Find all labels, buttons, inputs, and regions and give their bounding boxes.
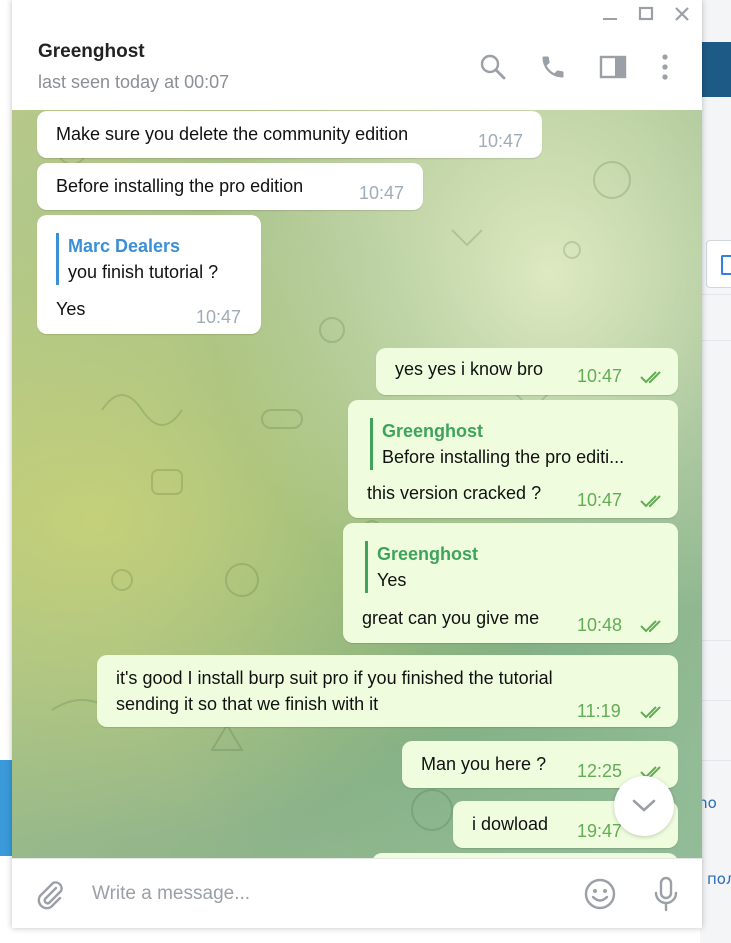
double-check-icon <box>640 495 661 508</box>
message-time: 12:25 <box>577 761 623 781</box>
background-divider <box>700 640 731 641</box>
message-text: this version cracked ? <box>367 483 542 503</box>
background-divider <box>700 760 731 761</box>
message-text: Before installing the pro edition <box>56 176 304 196</box>
message-text: Man you here ? <box>421 754 547 774</box>
background-text: пол <box>707 870 731 888</box>
background-left-strip <box>0 760 12 856</box>
double-check-icon <box>640 706 661 719</box>
reply-text: you finish tutorial ? <box>68 262 219 282</box>
microphone-icon[interactable] <box>648 874 684 914</box>
title-bar <box>12 0 702 28</box>
close-icon[interactable] <box>670 2 694 26</box>
reply-author: Marc Dealers <box>68 236 181 256</box>
incoming-message[interactable]: Marc Dealers you finish tutorial ? Yes 1… <box>37 215 261 334</box>
message-input[interactable] <box>90 873 574 915</box>
background-text: n (ho <box>700 794 717 812</box>
message-time: 11:19 <box>577 701 621 721</box>
chevron-down-icon <box>632 799 656 812</box>
chat-window: Greenghost last seen today at 00:07 Make… <box>12 0 702 928</box>
message-text: sending it so that we finish with it <box>116 694 379 714</box>
reply-quote[interactable]: Marc Dealers you finish tutorial ? <box>56 233 218 285</box>
maximize-icon[interactable] <box>634 2 658 26</box>
paperclip-icon[interactable] <box>32 877 68 913</box>
reply-quote[interactable]: Greenghost Before installing the pro edi… <box>370 418 624 470</box>
outgoing-message[interactable]: it's good I install burp suit pro if you… <box>97 655 678 727</box>
message-text: i dowload <box>472 814 549 834</box>
peer-name[interactable]: Greenghost <box>38 41 145 63</box>
background-divider <box>700 340 731 341</box>
message-time: 10:48 <box>577 615 623 635</box>
more-vertical-icon[interactable] <box>648 50 682 84</box>
message-text: Yes <box>56 299 86 319</box>
scroll-to-bottom-button[interactable] <box>614 776 674 836</box>
message-list[interactable]: Make sure you delete the community editi… <box>12 110 702 858</box>
chat-header: Greenghost last seen today at 00:07 <box>12 28 702 111</box>
outgoing-message[interactable]: Greenghost Before installing the pro edi… <box>348 400 678 518</box>
reply-author: Greenghost <box>382 421 484 441</box>
message-text: great can you give me <box>362 608 540 628</box>
double-check-icon <box>640 620 661 633</box>
phone-icon[interactable] <box>536 50 570 84</box>
background-app: n (ho пол <box>700 0 731 943</box>
message-time: 10:47 <box>478 131 524 151</box>
peer-last-seen: last seen today at 00:07 <box>38 72 230 92</box>
message-text: Make sure you delete the community editi… <box>56 124 409 144</box>
reply-author: Greenghost <box>377 544 479 564</box>
incoming-message[interactable]: Before installing the pro edition 10:47 <box>37 163 423 210</box>
background-app-header-bar <box>700 42 731 97</box>
background-edit-icon <box>706 240 731 288</box>
search-icon[interactable] <box>476 50 510 84</box>
side-panel-icon[interactable] <box>596 50 630 84</box>
message-text: it's good I install burp suit pro if you… <box>116 668 553 688</box>
message-time: 10:47 <box>577 490 623 510</box>
reply-quote[interactable]: Greenghost Yes <box>365 541 478 593</box>
double-check-icon <box>640 371 661 384</box>
message-composer <box>12 858 702 928</box>
emoji-icon[interactable] <box>582 876 618 912</box>
outgoing-message[interactable]: yes yes i know bro 10:47 <box>376 348 678 395</box>
message-time: 10:47 <box>577 366 623 386</box>
message-time: 10:47 <box>196 307 242 327</box>
background-divider <box>700 294 731 295</box>
background-divider <box>700 700 731 701</box>
message-time: 10:47 <box>359 183 405 203</box>
message-text: yes yes i know bro <box>395 359 544 379</box>
outgoing-message[interactable]: Greenghost Yes great can you give me 10:… <box>343 523 678 643</box>
reply-text: Yes <box>377 570 407 590</box>
message-time: 19:47 <box>577 821 623 841</box>
minimize-icon[interactable] <box>598 2 622 26</box>
reply-text: Before installing the pro editi... <box>382 447 625 467</box>
incoming-message[interactable]: Make sure you delete the community editi… <box>37 111 542 158</box>
